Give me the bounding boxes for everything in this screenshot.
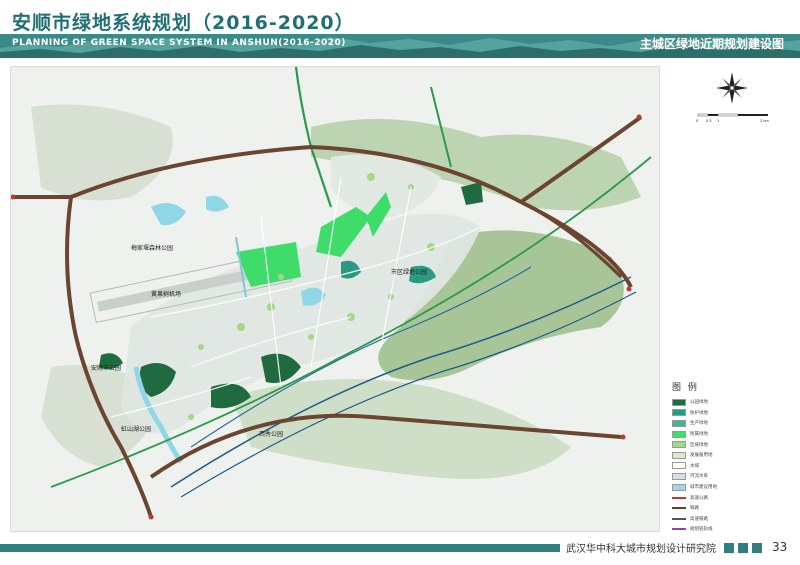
legend-swatch <box>672 441 686 449</box>
legend-label: 防护绿地 <box>690 410 708 416</box>
legend-label: 河流水系 <box>690 474 708 480</box>
scale-label-3: 2 km <box>760 119 769 123</box>
legend-label: 公园绿地 <box>690 400 708 406</box>
legend-swatch <box>672 472 686 480</box>
legend-swatch <box>672 462 686 470</box>
legend-item: 公园绿地 <box>672 397 792 408</box>
legend-item: 附属绿地 <box>672 429 792 440</box>
footer-square-3 <box>752 543 762 553</box>
map-label-park-east: 市区绿地公园 <box>391 269 428 276</box>
legend-swatch <box>672 483 686 491</box>
legend-label: 区域绿地 <box>690 442 708 448</box>
legend-item: 高速公路 <box>672 492 792 503</box>
legend-swatch <box>672 398 686 406</box>
map-frame: 梅家堰森林公园 黄果树机场 安顺市公园 虹山湖公园 市区绿地公园 西秀公园 <box>10 66 660 532</box>
legend-label: 发展备用地 <box>690 453 713 459</box>
legend-label: 规划轻轨线 <box>690 527 713 533</box>
legend-swatch <box>672 517 686 520</box>
legend-item: 生产绿地 <box>672 418 792 429</box>
legend-item: 高速铁路 <box>672 514 792 525</box>
map-label-park-se: 西秀公园 <box>259 431 284 438</box>
legend-label: 生产绿地 <box>690 421 708 427</box>
institute-name: 武汉华中科大城市规划设计研究院 <box>566 544 716 555</box>
header: 安顺市绿地系统规划（2016-2020） PLANNING OF GREEN S… <box>0 0 800 58</box>
legend-swatch <box>672 528 686 531</box>
legend-label: 高速铁路 <box>690 516 708 522</box>
map-label-park-southwest: 安顺市公园 <box>91 365 122 372</box>
legend-items: 公园绿地防护绿地生产绿地附属绿地区域绿地发展备用地水域河流水系城市建设用地 高速公… <box>672 397 792 535</box>
footer-bar <box>0 544 560 552</box>
legend-swatch <box>672 409 686 417</box>
legend-item: 区域绿地 <box>672 439 792 450</box>
legend-swatch <box>672 451 686 459</box>
legend-swatch <box>672 419 686 427</box>
scale-label-0: 0 <box>696 119 698 123</box>
legend-swatch <box>672 496 686 499</box>
scale-label-1: 0.5 <box>706 119 712 123</box>
legend-title: 图 例 <box>672 383 699 393</box>
legend-item: 城市建设用地 <box>672 482 792 493</box>
legend-item: 防护绿地 <box>672 408 792 419</box>
legend-label: 附属绿地 <box>690 432 708 438</box>
map-subtitle: 主城区绿地近期规划建设图 <box>639 37 784 51</box>
legend-item: 铁路 <box>672 503 792 514</box>
legend-item: 河流水系 <box>672 471 792 482</box>
page-title-english: PLANNING OF GREEN SPACE SYSTEM IN ANSHUN… <box>12 38 346 48</box>
legend-swatch <box>672 430 686 438</box>
page-number: 33 <box>772 540 788 554</box>
north-arrow-icon <box>716 72 748 104</box>
legend-item: 发展备用地 <box>672 450 792 461</box>
legend-item: 水域 <box>672 461 792 472</box>
legend-label: 铁路 <box>690 506 699 512</box>
map-label-park-south: 虹山湖公园 <box>121 426 152 433</box>
north-arrow-scale: 0 0.5 1 2 km <box>690 64 780 124</box>
legend-label: 高速公路 <box>690 495 708 501</box>
footer-square-1 <box>724 543 734 553</box>
footer-square-2 <box>738 543 748 553</box>
legend-swatch <box>672 507 686 510</box>
legend-label: 城市建设用地 <box>690 485 717 491</box>
map-label-park-west: 梅家堰森林公园 <box>131 245 174 252</box>
page-title: 安顺市绿地系统规划（2016-2020） <box>12 12 355 34</box>
legend: 图 例 公园绿地防护绿地生产绿地附属绿地区域绿地发展备用地水域河流水系城市建设用… <box>672 380 792 535</box>
green-space-map <box>11 67 659 531</box>
scale-label-2: 1 <box>717 119 719 123</box>
map-label-airport: 黄果树机场 <box>151 291 182 298</box>
legend-item: 规划轻轨线 <box>672 524 792 535</box>
legend-label: 水域 <box>690 463 699 469</box>
